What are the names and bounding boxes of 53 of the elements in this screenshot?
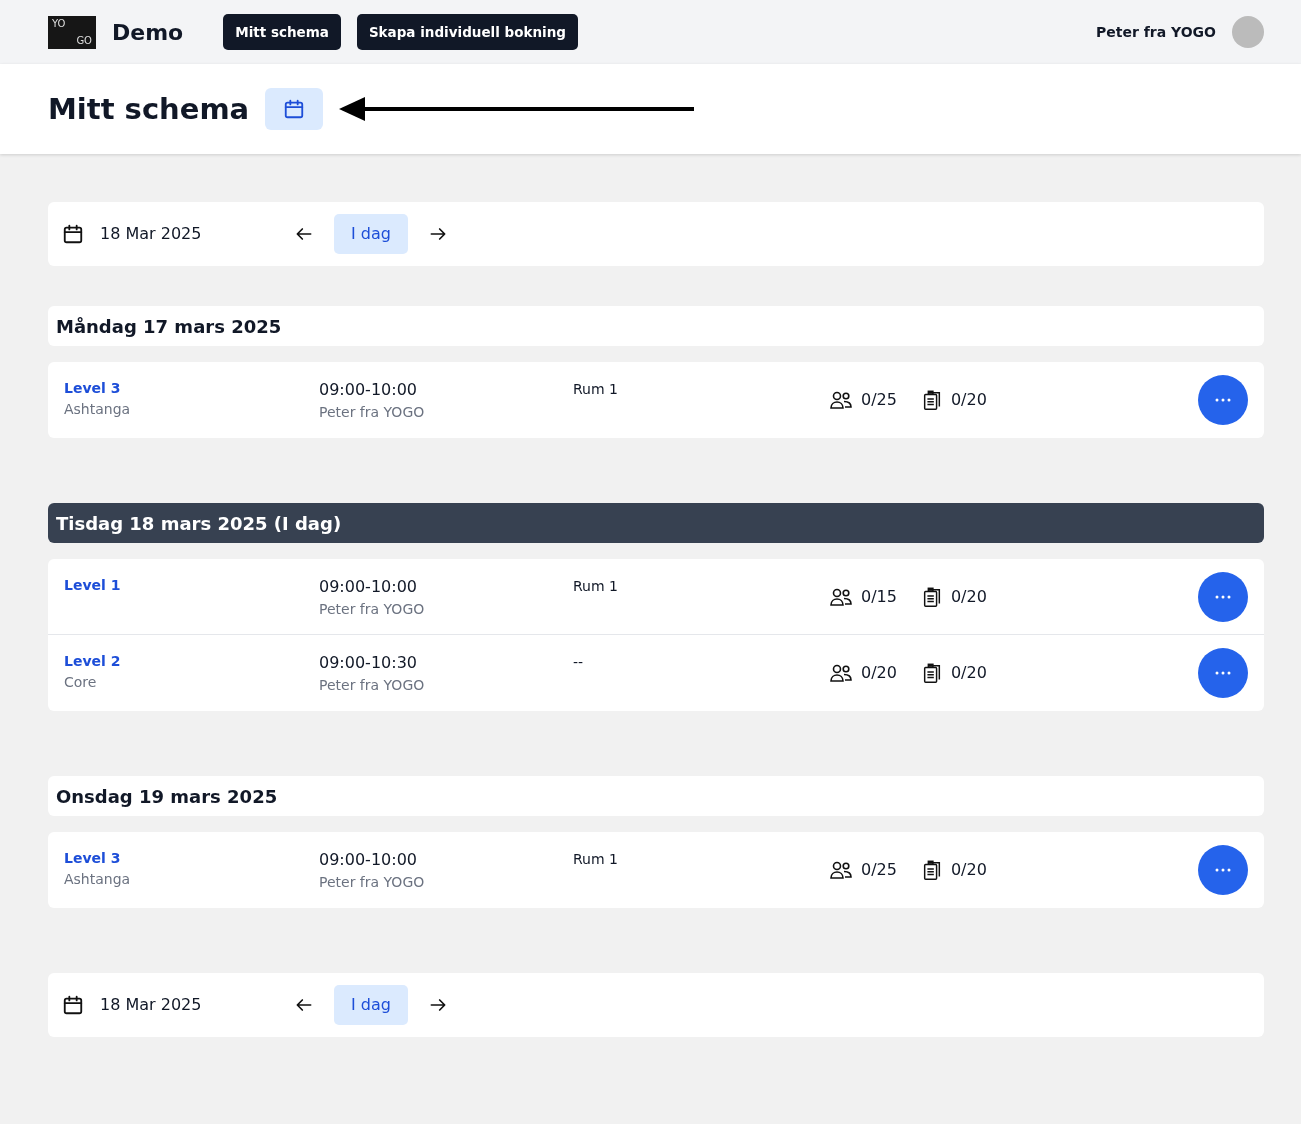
class-time: 09:00-10:00: [319, 849, 418, 871]
room-name: Rum 1: [573, 851, 618, 867]
teacher-name: Peter fra YOGO: [319, 403, 426, 422]
waitlist-count: 0/20: [950, 859, 987, 881]
today-button[interactable]: I dag: [334, 214, 408, 254]
logo-text: GO: [76, 35, 92, 46]
signup-count: 0/25: [861, 389, 897, 411]
date-text: 18 Mar 2025: [100, 994, 203, 1016]
waitlist-count: 0/20: [950, 662, 987, 684]
more-icon: [1215, 671, 1231, 675]
teacher-name: Peter fra YOGO: [319, 600, 426, 619]
nav-button[interactable]: Mitt schema: [223, 13, 341, 51]
class-time: 09:00-10:00: [319, 576, 418, 598]
page-title: Mitt schema: [48, 91, 250, 127]
more-button[interactable]: [1198, 571, 1248, 622]
class-style: Ashtanga: [64, 870, 132, 889]
calendar-icon: [62, 223, 84, 245]
signup-count: 0/25: [861, 859, 897, 881]
user-name: Peter fra YOGO: [1096, 22, 1216, 42]
class-style: Ashtanga: [64, 400, 132, 419]
class-time: 09:00-10:30: [319, 652, 418, 674]
class-time: 09:00-10:00: [319, 379, 418, 401]
waitlist-count: 0/20: [950, 389, 987, 411]
date-text: 18 Mar 2025: [100, 223, 203, 245]
calendar-icon: [283, 98, 306, 120]
class-name[interactable]: Level 1: [64, 575, 319, 596]
class-style: Core: [64, 673, 98, 692]
more-button[interactable]: [1198, 648, 1248, 698]
today-button[interactable]: I dag: [334, 985, 408, 1025]
logo-text: YO: [52, 18, 67, 29]
room-name: Rum 1: [573, 381, 618, 397]
room-name: Rum 1: [573, 578, 618, 594]
brand-name: Demo: [112, 18, 184, 47]
teacher-name: Peter fra YOGO: [319, 676, 426, 695]
class-name[interactable]: Level 3: [64, 848, 319, 869]
signup-count: 0/15: [861, 585, 897, 608]
more-icon: [1215, 594, 1231, 599]
more-icon: [1215, 868, 1231, 872]
more-button[interactable]: [1198, 845, 1248, 895]
calendar-button[interactable]: [265, 88, 324, 130]
signup-count: 0/20: [861, 662, 897, 684]
teacher-name: Peter fra YOGO: [319, 873, 426, 892]
class-name[interactable]: Level 2: [64, 651, 319, 672]
day-header: Måndag 17 mars 2025: [48, 306, 1264, 346]
calendar-icon: [62, 994, 84, 1016]
room-name: --: [573, 654, 584, 670]
nav-button[interactable]: Skapa individuell bokning: [356, 13, 578, 51]
more-button[interactable]: [1198, 375, 1248, 425]
day-header: Tisdag 18 mars 2025 (I dag): [48, 503, 1264, 543]
waitlist-count: 0/20: [950, 585, 987, 608]
class-name[interactable]: Level 3: [64, 378, 319, 399]
day-header: Onsdag 19 mars 2025: [48, 776, 1264, 816]
more-icon: [1215, 398, 1231, 402]
